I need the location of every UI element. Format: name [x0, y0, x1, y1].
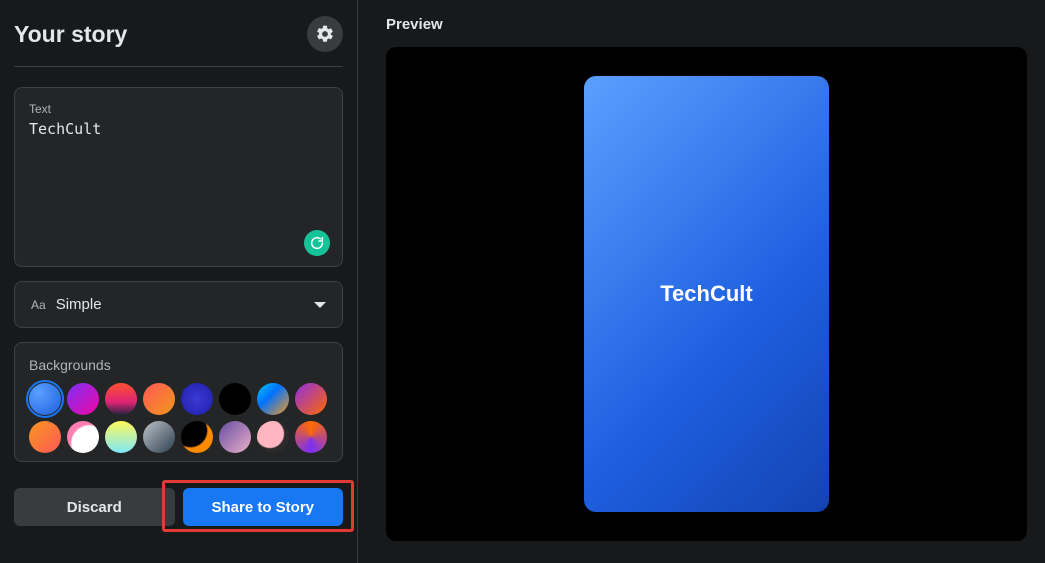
background-swatch-13[interactable]	[219, 421, 251, 453]
share-to-story-button[interactable]: Share to Story	[183, 488, 344, 526]
background-swatch-5[interactable]	[219, 383, 251, 415]
settings-button[interactable]	[307, 16, 343, 52]
background-swatch-3[interactable]	[143, 383, 175, 415]
background-swatch-7[interactable]	[295, 383, 327, 415]
background-swatch-10[interactable]	[105, 421, 137, 453]
sidebar-header: Your story	[14, 16, 343, 67]
chevron-down-icon	[314, 302, 326, 308]
background-swatch-4[interactable]	[181, 383, 213, 415]
backgrounds-label: Backgrounds	[29, 357, 328, 373]
background-swatch-8[interactable]	[29, 421, 61, 453]
gear-icon	[315, 24, 335, 44]
page-title: Your story	[14, 21, 127, 48]
preview-frame: TechCult	[386, 47, 1027, 541]
story-text-card: Text	[14, 87, 343, 267]
story-text-input[interactable]	[29, 120, 328, 156]
story-preview-text: TechCult	[660, 281, 752, 307]
story-editor-sidebar: Your story Text Aa Simple Backgrounds Di…	[0, 0, 358, 563]
text-field-label: Text	[29, 102, 328, 116]
background-swatch-14[interactable]	[257, 421, 289, 453]
footer-actions: Discard Share to Story	[14, 476, 343, 526]
preview-label: Preview	[386, 16, 1027, 33]
story-preview-card[interactable]: TechCult	[584, 76, 829, 512]
background-swatch-1[interactable]	[67, 383, 99, 415]
grammarly-button[interactable]	[304, 230, 330, 256]
background-swatch-0[interactable]	[29, 383, 61, 415]
font-style-value: Simple	[56, 296, 314, 313]
background-swatch-6[interactable]	[257, 383, 289, 415]
background-swatch-2[interactable]	[105, 383, 137, 415]
font-icon: Aa	[31, 298, 46, 312]
font-style-select[interactable]: Aa Simple	[14, 281, 343, 328]
discard-button[interactable]: Discard	[14, 488, 175, 526]
background-swatch-9[interactable]	[67, 421, 99, 453]
background-swatch-12[interactable]	[181, 421, 213, 453]
background-swatch-15[interactable]	[295, 421, 327, 453]
background-swatch-11[interactable]	[143, 421, 175, 453]
backgrounds-card: Backgrounds	[14, 342, 343, 462]
grammarly-icon	[309, 235, 325, 251]
background-swatch-grid	[29, 383, 328, 453]
preview-pane: Preview TechCult	[358, 0, 1045, 563]
